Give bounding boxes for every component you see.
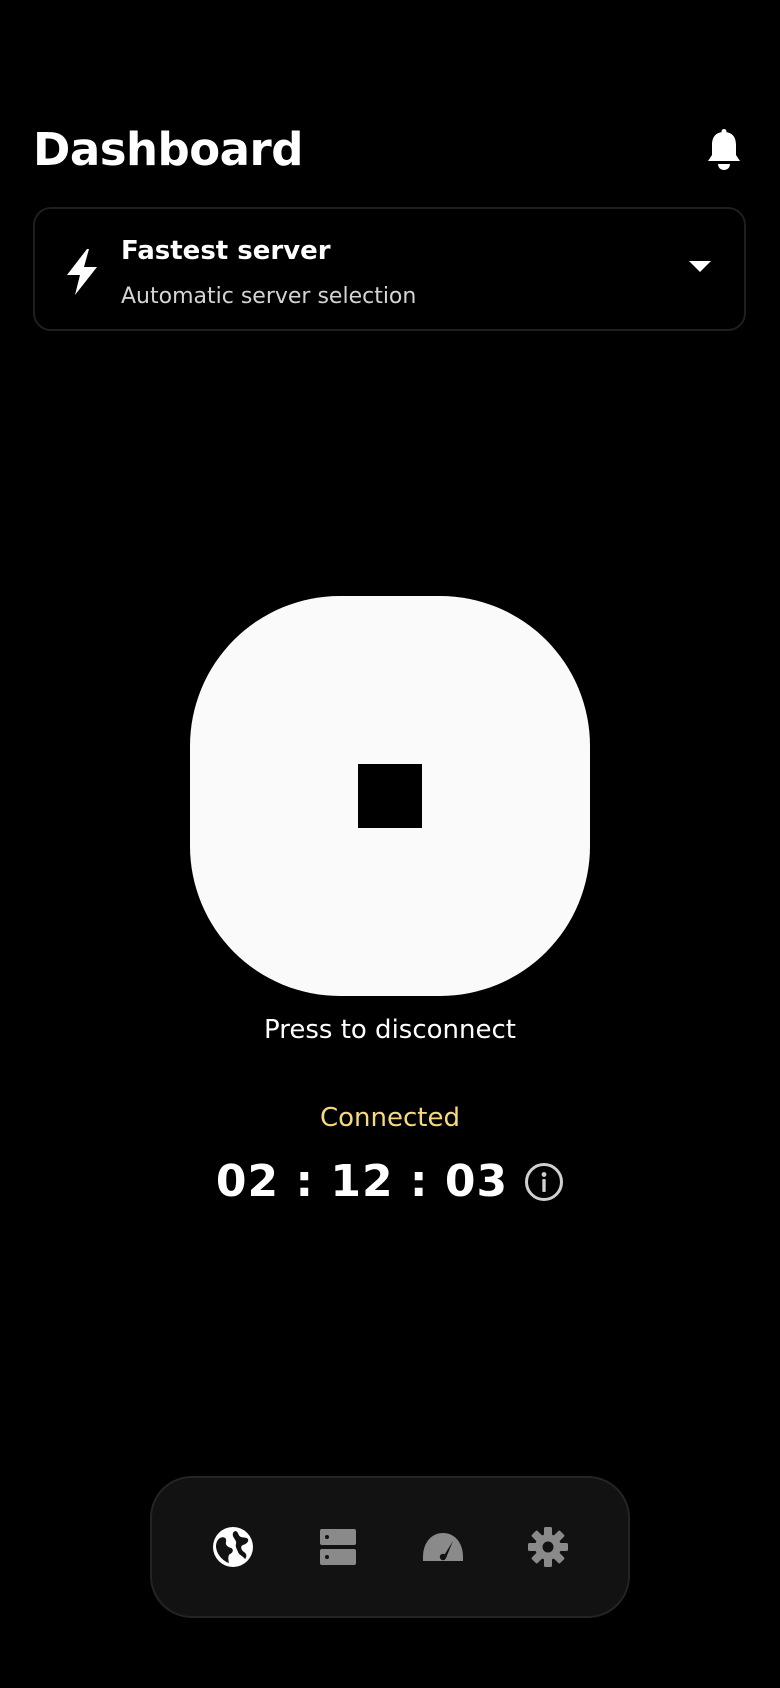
- lightning-bolt-icon: [67, 249, 97, 295]
- server-selector[interactable]: Fastest server Automatic server selectio…: [33, 207, 746, 331]
- info-button[interactable]: [524, 1162, 564, 1202]
- stop-icon: [358, 764, 422, 828]
- bottom-navigation: [150, 1476, 630, 1618]
- server-icon: [319, 1529, 356, 1565]
- connection-status: Connected: [319, 1103, 460, 1133]
- connection-duration: 02 : 12 : 03: [215, 1156, 509, 1207]
- server-title: Fastest server: [121, 236, 331, 266]
- notifications-button[interactable]: [700, 124, 748, 176]
- nav-item-servers[interactable]: [302, 1511, 374, 1583]
- dashboard-screen: Dashboard Fastest server Automatic serve…: [0, 0, 780, 1688]
- page-title: Dashboard: [33, 123, 303, 176]
- info-icon: [525, 1163, 564, 1201]
- nav-item-globe[interactable]: [197, 1511, 269, 1583]
- server-subtitle: Automatic server selection: [121, 284, 417, 309]
- bell-icon: [708, 129, 740, 170]
- disconnect-button[interactable]: [190, 596, 590, 996]
- press-hint: Press to disconnect: [264, 1015, 516, 1045]
- speedometer-icon: [422, 1533, 463, 1561]
- nav-item-settings[interactable]: [512, 1511, 584, 1583]
- nav-item-speed[interactable]: [407, 1511, 479, 1583]
- gear-icon: [527, 1527, 568, 1567]
- caret-down-icon: [689, 261, 711, 272]
- connection-timer-row: 02 : 12 : 03: [0, 1150, 780, 1214]
- globe-icon: [212, 1527, 253, 1567]
